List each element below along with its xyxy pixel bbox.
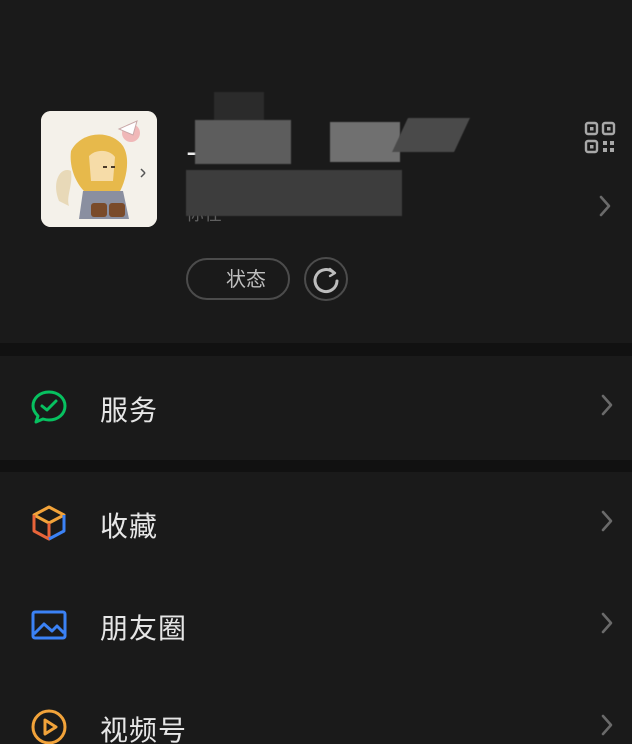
chevron-right-icon (601, 714, 613, 736)
id-redaction (186, 170, 402, 216)
add-status-button[interactable] (304, 257, 348, 301)
favorites-label: 收藏 (100, 510, 159, 543)
channels-label: 视频号 (100, 714, 188, 744)
refresh-icon (313, 267, 339, 294)
avatar[interactable] (41, 111, 157, 227)
services-label: 服务 (100, 394, 159, 427)
name-redaction (195, 120, 291, 164)
menu-item-favorites[interactable]: 收藏 (0, 472, 632, 574)
name-redaction (392, 118, 470, 152)
profile-card[interactable]: 上学 你在 状态 (0, 0, 632, 343)
moments-label: 朋友圈 (100, 612, 188, 645)
menu-item-services[interactable]: 服务 (0, 356, 632, 460)
name-redaction (330, 122, 400, 162)
chevron-right-icon (601, 394, 613, 416)
status-button[interactable]: 状态 (186, 258, 290, 300)
chevron-right-icon (601, 510, 613, 532)
menu-item-moments[interactable]: 朋友圈 (0, 574, 632, 676)
avatar-illustration (41, 111, 157, 227)
chevron-right-icon (599, 195, 611, 217)
favorites-cube-icon (32, 505, 66, 541)
qr-code-icon[interactable] (584, 121, 616, 155)
services-icon (31, 390, 67, 424)
moments-picture-icon (31, 610, 67, 640)
chevron-right-icon (601, 612, 613, 634)
name-redaction (214, 92, 264, 120)
menu-item-channels[interactable]: 视频号 (0, 676, 632, 744)
status-label: 状态 (226, 267, 266, 291)
channels-play-icon (31, 709, 67, 744)
